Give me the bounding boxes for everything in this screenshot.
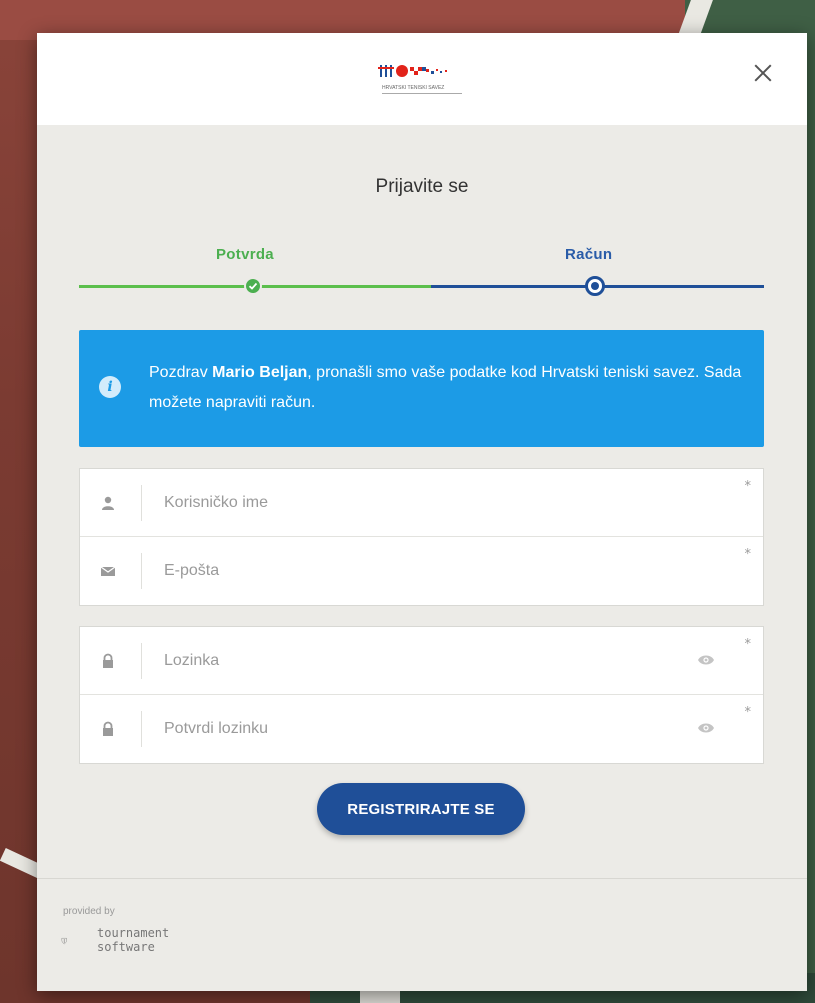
email-input[interactable] bbox=[164, 553, 644, 589]
modal-title: Prijavite se bbox=[375, 176, 469, 197]
required-marker: * bbox=[744, 705, 752, 720]
eye-icon[interactable] bbox=[697, 653, 715, 667]
password-field: * bbox=[80, 627, 763, 695]
required-marker: * bbox=[744, 547, 752, 562]
account-fields: * * bbox=[79, 468, 764, 606]
footer-divider bbox=[37, 878, 807, 879]
username-input[interactable] bbox=[164, 485, 644, 521]
required-marker: * bbox=[744, 479, 752, 494]
tournament-software-brand: tournament software bbox=[97, 926, 170, 954]
step-label-racun: Račun bbox=[565, 246, 613, 263]
modal-header: HRVATSKI TENISKI SAVEZ bbox=[37, 33, 807, 125]
password-fields: * * bbox=[79, 626, 764, 764]
signup-modal: HRVATSKI TENISKI SAVEZ Prijavite se Potv… bbox=[37, 33, 807, 991]
lock-icon bbox=[103, 721, 113, 736]
provided-by-label: provided by bbox=[63, 906, 115, 917]
hts-logo: HRVATSKI TENISKI SAVEZ bbox=[378, 65, 462, 94]
password-input[interactable] bbox=[164, 643, 644, 679]
step-done-check-icon bbox=[244, 277, 262, 295]
envelope-icon bbox=[100, 566, 116, 576]
eye-icon[interactable] bbox=[697, 721, 715, 735]
lock-icon bbox=[103, 653, 113, 668]
confirm-password-field: * bbox=[80, 695, 763, 763]
alert-text: Pozdrav Mario Beljan, pronašli smo vaše … bbox=[149, 364, 742, 411]
info-icon: i bbox=[99, 376, 121, 398]
user-icon bbox=[102, 496, 114, 510]
required-marker: * bbox=[744, 637, 752, 652]
close-icon[interactable] bbox=[749, 59, 777, 87]
username-field: * bbox=[80, 469, 763, 537]
register-button[interactable]: REGISTRIRAJTE SE bbox=[317, 783, 525, 835]
alert-username: Mario Beljan bbox=[212, 364, 308, 381]
logo-caption: HRVATSKI TENISKI SAVEZ bbox=[382, 85, 444, 91]
step-active-dot-icon bbox=[585, 276, 605, 296]
info-alert: i Pozdrav Mario Beljan, pronašli smo vaš… bbox=[79, 330, 764, 447]
tournament-software-shield-icon bbox=[61, 938, 67, 945]
step-label-potvrda: Potvrda bbox=[216, 246, 274, 263]
email-field: * bbox=[80, 537, 763, 605]
confirm-password-input[interactable] bbox=[164, 711, 644, 747]
